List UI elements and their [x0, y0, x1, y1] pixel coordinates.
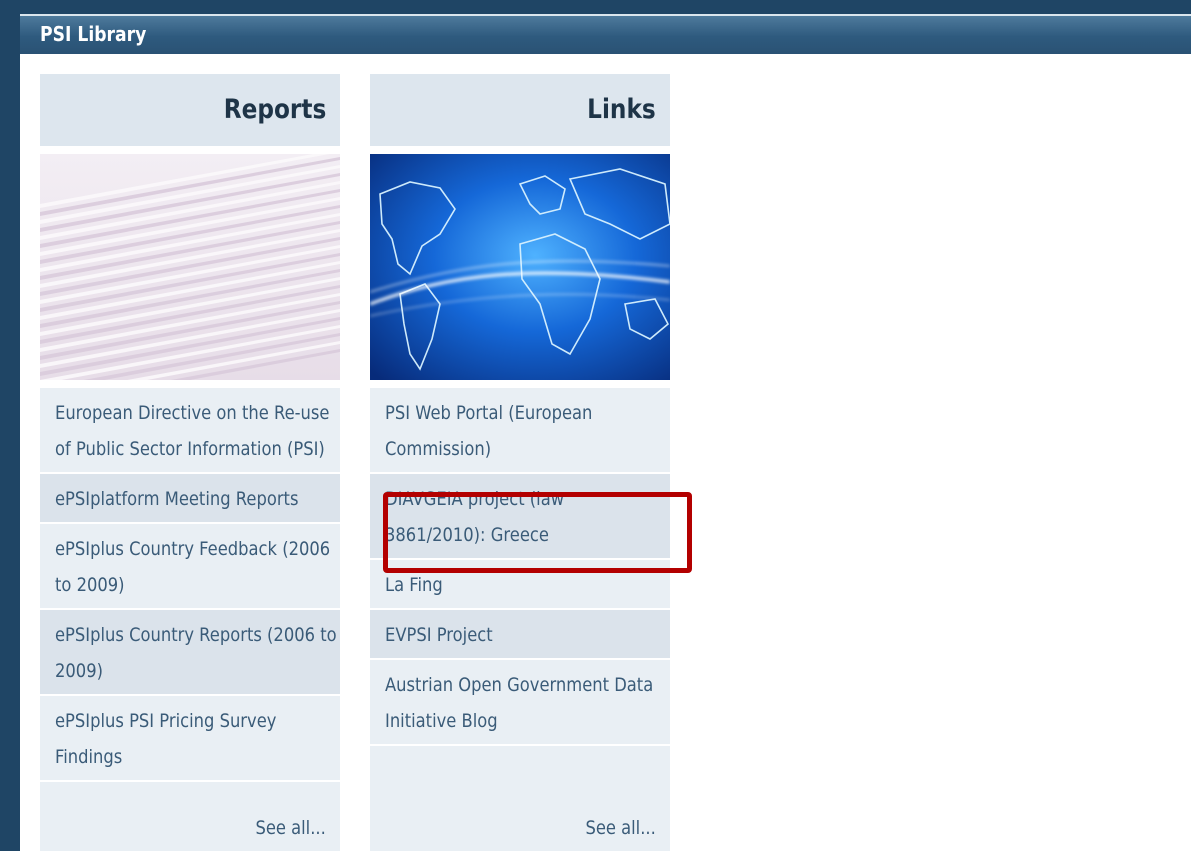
divider — [370, 380, 670, 388]
list-item[interactable]: ePSIplus Country Feedback (2006 to 2009) — [40, 524, 340, 610]
links-header: Links — [370, 74, 670, 146]
panel-title: PSI Library — [40, 22, 147, 46]
list-item[interactable]: Austrian Open Government Data Initiative… — [370, 660, 670, 746]
links-image — [370, 154, 670, 380]
list-item[interactable]: ePSIplus Country Reports (2006 to 2009) — [40, 610, 340, 696]
list-item-label[interactable]: La Fing — [385, 567, 669, 603]
divider — [40, 146, 340, 154]
list-item-label[interactable]: EVPSI Project — [385, 617, 669, 653]
list-item[interactable]: European Directive on the Re-use of Publ… — [40, 388, 340, 474]
links-list: PSI Web Portal (European Commission) DIA… — [370, 388, 670, 746]
links-heading: Links — [587, 94, 656, 125]
list-item[interactable]: EVPSI Project — [370, 610, 670, 660]
reports-column: Reports European Directive on the Re-use… — [40, 74, 340, 851]
list-item-label[interactable]: Austrian Open Government Data Initiative… — [385, 667, 669, 739]
reports-header: Reports — [40, 74, 340, 146]
list-item-label[interactable]: ePSIplus Country Reports (2006 to 2009) — [55, 617, 339, 689]
divider — [370, 146, 670, 154]
paper-stack-image — [40, 154, 340, 380]
list-item-label[interactable]: ePSIplus PSI Pricing Survey Findings — [55, 703, 339, 775]
page-frame: PSI Library Reports European Directive o… — [0, 0, 1191, 851]
reports-list: European Directive on the Re-use of Publ… — [40, 388, 340, 782]
reports-heading: Reports — [223, 94, 326, 125]
list-item-label[interactable]: DIAVGEIA project (law 3861/2010): Greece — [385, 481, 669, 553]
list-item-label[interactable]: European Directive on the Re-use of Publ… — [55, 395, 339, 467]
panel-titlebar: PSI Library — [20, 14, 1191, 54]
links-column: Links PSI Web Portal (European Commissio… — [370, 74, 670, 851]
list-item[interactable]: ePSIplus PSI Pricing Survey Findings — [40, 696, 340, 782]
reports-image — [40, 154, 340, 380]
list-item[interactable]: PSI Web Portal (European Commission) — [370, 388, 670, 474]
divider — [40, 380, 340, 388]
world-map-image — [370, 154, 670, 380]
list-item-label[interactable]: ePSIplatform Meeting Reports — [55, 481, 339, 517]
list-item[interactable]: DIAVGEIA project (law 3861/2010): Greece — [370, 474, 670, 560]
reports-see-all-link[interactable]: See all... — [256, 817, 326, 839]
list-item-label[interactable]: PSI Web Portal (European Commission) — [385, 395, 669, 467]
list-item-label[interactable]: ePSIplus Country Feedback (2006 to 2009) — [55, 531, 339, 603]
links-see-all-link[interactable]: See all... — [586, 817, 656, 839]
list-item[interactable]: ePSIplatform Meeting Reports — [40, 474, 340, 524]
psi-library-panel: PSI Library Reports European Directive o… — [20, 14, 1191, 851]
list-item[interactable]: La Fing — [370, 560, 670, 610]
